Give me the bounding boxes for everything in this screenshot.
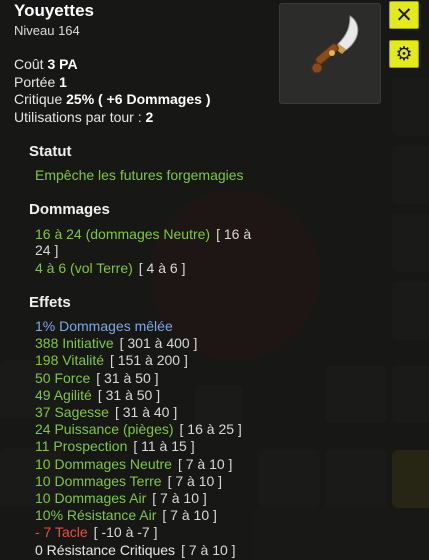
effect-line: 10 Dommages Terre [ 7 à 10 ] (35, 473, 222, 489)
effect-text: 50 Force (35, 369, 91, 386)
effect-line: 37 Sagesse [ 31 à 40 ] (35, 404, 177, 420)
stat-uses: Utilisations par tour : 2 (14, 108, 154, 125)
effect-text: 10 Dommages Air (35, 490, 147, 506)
effect-text: 198 Vitalité (35, 352, 105, 369)
section-title-effets: Effets (29, 294, 71, 311)
effect-text: 24 Puissance (pièges) (35, 421, 174, 438)
effect-range: [ 301 à 400 ] (119, 335, 198, 352)
damage-line-cont: 24 ] (35, 242, 59, 258)
dagger-icon (311, 15, 359, 74)
effect-text: 388 Initiative (35, 335, 114, 352)
effect-text: - 7 Tacle (35, 524, 88, 541)
effect-text: 11 Prospection (35, 438, 128, 455)
effect-line: 50 Force [ 31 à 50 ] (35, 370, 159, 386)
effect-range: [ 7 à 10 ] (181, 541, 236, 558)
effect-range: [ 7 à 10 ] (162, 507, 217, 524)
effect-range: [ 7 à 10 ] (167, 472, 223, 489)
settings-button[interactable]: ⚙ (389, 40, 419, 68)
effect-text: 10% Résistance Air (35, 507, 157, 524)
effect-text: 10 Dommages Neutre (35, 455, 172, 472)
effect-text: 0 Résistance Critiques (35, 541, 176, 558)
stat-range: Portée 1 (14, 73, 67, 90)
effect-text: 1% Dommages mêlée (35, 318, 173, 334)
damage-line: 4 à 6 (vol Terre)[ 4 à 6 ] (35, 260, 186, 276)
item-tooltip-panel: Youyettes Niveau 164 ✕ ⚙ Coût 3 PA Porté… (0, 0, 429, 560)
section-title-statut: Statut (29, 143, 72, 160)
effect-text: 10 Dommages Terre (35, 472, 162, 489)
effect-line: - 7 Tacle [ -10 à -7 ] (35, 524, 157, 540)
effect-range: [ 7 à 10 ] (152, 490, 207, 506)
effect-line: 10 Dommages Neutre [ 7 à 10 ] (35, 456, 232, 472)
effect-range: [ 151 à 200 ] (110, 352, 188, 369)
effect-range: [ 31 à 50 ] (96, 369, 159, 386)
section-title-dommages: Dommages (29, 201, 110, 218)
effect-line: 10 Dommages Air [ 7 à 10 ] (35, 490, 207, 506)
item-level: Niveau 164 (14, 23, 80, 38)
effect-line: 198 Vitalité [ 151 à 200 ] (35, 352, 188, 368)
statut-text: Empêche les futures forgemagies (35, 167, 244, 183)
effect-range: [ 31 à 40 ] (114, 404, 178, 420)
effect-text: 37 Sagesse (35, 404, 109, 420)
gear-icon: ⚙ (395, 43, 413, 65)
effect-range: [ 31 à 50 ] (97, 386, 161, 403)
effect-line: 1% Dommages mêlée (35, 318, 173, 334)
effect-range: [ 7 à 10 ] (177, 455, 233, 472)
close-button[interactable]: ✕ (389, 1, 419, 29)
effect-range: [ 11 à 15 ] (133, 438, 195, 455)
effect-range: [ 16 à 25 ] (179, 421, 242, 438)
stat-cost: Coût 3 PA (14, 56, 78, 72)
item-name: Youyettes (14, 1, 94, 20)
item-stats: Coût 3 PA Portée 1 Critique 25% ( +6 Dom… (14, 56, 210, 126)
effect-line: 24 Puissance (pièges) [ 16 à 25 ] (35, 421, 242, 437)
close-icon: ✕ (395, 3, 413, 27)
effect-line: 11 Prospection [ 11 à 15 ] (35, 438, 195, 454)
effect-line: 0 Résistance Critiques [ 7 à 10 ] (35, 542, 236, 558)
effect-range: [ -10 à -7 ] (93, 524, 158, 541)
effect-line: 388 Initiative [ 301 à 400 ] (35, 335, 197, 351)
stat-critical: Critique 25% ( +6 Dommages ) (14, 91, 211, 107)
effect-line: 49 Agilité [ 31 à 50 ] (35, 387, 160, 403)
effect-line: 10% Résistance Air [ 7 à 10 ] (35, 507, 217, 523)
effect-text: 49 Agilité (35, 386, 92, 403)
item-image (279, 3, 381, 104)
damage-line: 16 à 24 (dommages Neutre)[ 16 à (35, 226, 252, 242)
